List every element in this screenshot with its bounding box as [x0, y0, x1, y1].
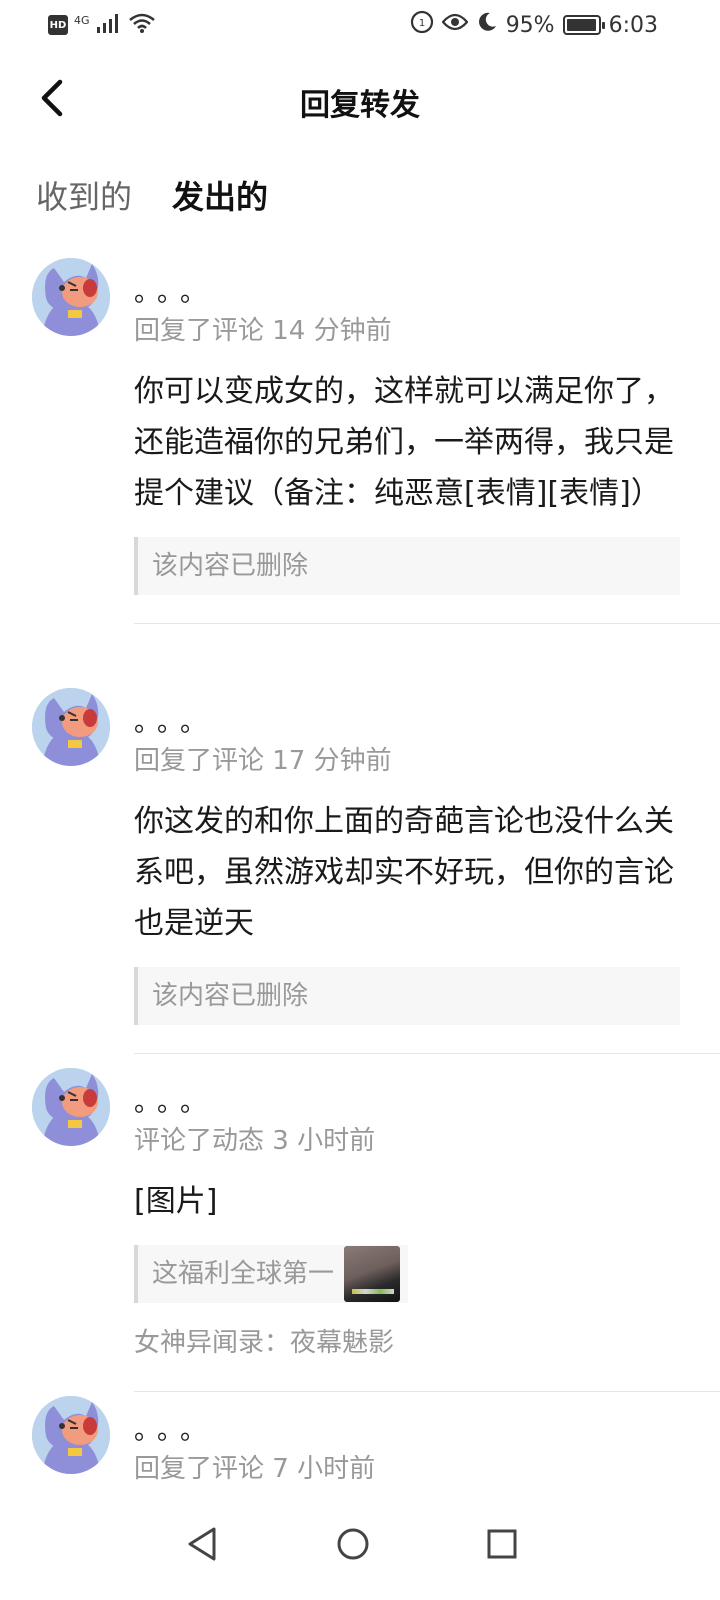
status-bar: HD 4G 1 95% 6:03 — [0, 0, 720, 48]
cat-avatar-icon — [32, 258, 110, 336]
svg-text:1: 1 — [419, 18, 425, 29]
cat-avatar-icon — [32, 1396, 110, 1474]
divider — [134, 623, 720, 624]
eye-comfort-icon — [441, 12, 469, 38]
username[interactable]: 。。。 — [134, 276, 680, 310]
tab-label: 收到的 — [36, 178, 133, 216]
item-meta: 回复了评论 7 小时前 — [134, 1454, 376, 1484]
post-thumbnail[interactable] — [344, 1246, 401, 1302]
nav-recents-button[interactable] — [472, 1514, 532, 1574]
reply-feed: 。。。 回复了评论 14 分钟前 你可以变成女的，这样就可以满足你了，还能造福你… — [0, 248, 720, 1526]
cat-avatar-icon — [32, 1068, 110, 1146]
page-title: 回复转发 — [300, 88, 420, 123]
wifi-icon — [128, 12, 156, 38]
header: 回复转发 — [0, 60, 720, 140]
quoted-post[interactable]: 这福利全球第一 — [134, 1245, 408, 1303]
data-saver-icon: 1 — [410, 10, 434, 40]
cat-avatar-icon — [32, 688, 110, 766]
nav-recents-icon — [487, 1529, 517, 1559]
quoted-content[interactable]: 该内容已删除 — [134, 967, 680, 1025]
quote-text: 这福利全球第一 — [152, 1259, 335, 1289]
tab-received[interactable]: 收到的 — [36, 172, 132, 222]
status-right: 1 95% 6:03 — [410, 10, 658, 40]
reply-content[interactable]: 你这发的和你上面的奇葩言论也没什么关系吧，虽然游戏却实不好玩，但你的言论也是逆天 — [134, 796, 680, 949]
avatar[interactable] — [32, 1068, 110, 1146]
signal-icon — [96, 12, 122, 38]
moon-icon — [476, 11, 498, 39]
tab-sent[interactable]: 发出的 — [172, 172, 268, 222]
battery-fill — [566, 19, 596, 31]
tab-bar: 收到的 发出的 — [36, 172, 268, 222]
nav-home-button[interactable] — [323, 1514, 383, 1574]
list-item[interactable]: 。。。 回复了评论 17 分钟前 你这发的和你上面的奇葩言论也没什么关系吧，虽然… — [0, 678, 720, 1058]
nav-home-icon — [337, 1528, 369, 1560]
divider — [134, 1053, 720, 1054]
system-nav-bar — [0, 1500, 720, 1600]
battery-percent: 95% — [505, 12, 555, 38]
item-meta: 评论了动态 3 小时前 — [134, 1126, 376, 1156]
quote-text: 该内容已删除 — [152, 551, 309, 581]
hd-badge: HD — [48, 15, 68, 35]
tab-label: 发出的 — [172, 178, 269, 216]
list-item[interactable]: 。。。 评论了动态 3 小时前 [图片] 这福利全球第一 女神异闻录：夜幕魅影 — [0, 1058, 720, 1392]
item-meta: 回复了评论 17 分钟前 — [134, 746, 392, 776]
clock-time: 6:03 — [608, 12, 658, 38]
nav-back-button[interactable] — [172, 1514, 232, 1574]
avatar[interactable] — [32, 688, 110, 766]
list-item[interactable]: 。。。 回复了评论 14 分钟前 你可以变成女的，这样就可以满足你了，还能造福你… — [0, 248, 720, 678]
battery-icon — [562, 15, 605, 35]
quoted-content[interactable]: 该内容已删除 — [134, 537, 680, 595]
username[interactable]: 。。。 — [134, 1086, 680, 1120]
reply-content[interactable]: [图片] — [134, 1176, 680, 1227]
avatar[interactable] — [32, 258, 110, 336]
reply-content[interactable]: 你可以变成女的，这样就可以满足你了，还能造福你的兄弟们，一举两得，我只是提个建议… — [134, 366, 680, 519]
status-left: HD 4G — [48, 12, 156, 38]
nav-back-icon — [188, 1527, 216, 1561]
source-game[interactable]: 女神异闻录：夜幕魅影 — [134, 1323, 680, 1363]
item-meta: 回复了评论 14 分钟前 — [134, 316, 392, 346]
username[interactable]: 。。。 — [134, 1414, 680, 1448]
username[interactable]: 。。。 — [134, 706, 680, 740]
avatar[interactable] — [32, 1396, 110, 1474]
quote-text: 该内容已删除 — [152, 981, 309, 1011]
network-type: 4G — [74, 13, 90, 27]
